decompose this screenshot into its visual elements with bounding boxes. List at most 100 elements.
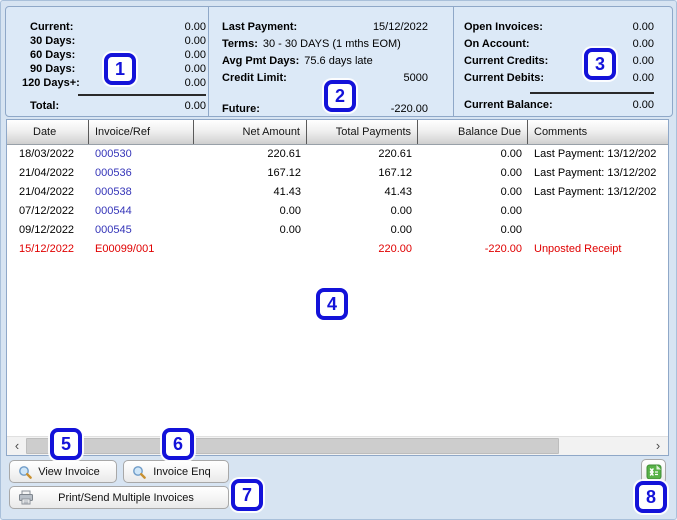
terms-value: 30 - 30 DAYS (1 mths EOM) [263,37,401,54]
cell-total-payments: 0.00 [307,202,418,221]
summary-value: 0.00 [633,37,654,54]
credit-limit-label: Credit Limit: [222,71,287,88]
cell-date: 07/12/2022 [7,202,89,221]
cell-date: 18/03/2022 [7,145,89,164]
summary-label: Open Invoices: [464,20,543,37]
panel-divider [208,7,209,116]
invoice-table-header: Date Invoice/Ref Net Amount Total Paymen… [7,120,668,145]
print-send-invoices-button[interactable]: Print/Send Multiple Invoices [9,486,229,509]
scroll-right-icon[interactable]: › [650,437,666,455]
annotation-badge-7: 7 [231,479,263,511]
current-balance-value: 0.00 [633,98,654,115]
summary-value: 0.00 [633,20,654,37]
aged-label: 120 Days+: [22,76,80,90]
magnifier-icon [132,465,146,479]
summary-label: Current Credits: [464,54,548,71]
aged-value: 0.00 [185,48,206,62]
cell-balance-due: -220.00 [418,240,528,259]
aged-label: 30 Days: [30,34,75,48]
cell-net-amount: 0.00 [194,202,307,221]
cell-total-payments: 0.00 [307,221,418,240]
cell-date: 09/12/2022 [7,221,89,240]
invoice-row[interactable]: 07/12/2022 000544 0.00 0.00 0.00 [7,202,668,221]
excel-export-icon [646,464,662,480]
column-header-invoice-ref[interactable]: Invoice/Ref [89,120,194,144]
annotation-badge-5: 5 [50,428,82,460]
aged-label: Current: [30,20,73,34]
cell-net-amount: 220.61 [194,145,307,164]
view-invoice-label: View Invoice [32,466,116,478]
current-balance-label: Current Balance: [464,98,553,115]
annotation-badge-8: 8 [635,481,667,513]
cell-comments: Last Payment: 13/12/202 [528,145,668,164]
terms-label: Terms: [222,37,258,54]
cell-comments: Last Payment: 13/12/202 [528,183,668,202]
summary-label: On Account: [464,37,530,54]
invoice-row[interactable]: 09/12/2022 000545 0.00 0.00 0.00 [7,221,668,240]
future-label: Future: [222,102,260,119]
cell-net-amount: 0.00 [194,221,307,240]
cell-balance-due: 0.00 [418,202,528,221]
invoice-row[interactable]: 21/04/2022 000538 41.43 41.43 0.00 Last … [7,183,668,202]
total-separator [78,94,206,96]
panel-divider [453,7,454,116]
cell-total-payments: 41.43 [307,183,418,202]
annotation-badge-1: 1 [104,53,136,85]
cell-net-amount: 167.12 [194,164,307,183]
column-header-balance-due[interactable]: Balance Due [418,120,528,144]
cell-invoice-ref: 000530 [89,145,194,164]
cell-date: 15/12/2022 [7,240,89,259]
cell-net-amount: 41.43 [194,183,307,202]
current-balances-section: Open Invoices: 0.00 On Account: 0.00 Curre… [464,20,654,115]
aged-label: 90 Days: [30,62,75,76]
last-payment-label: Last Payment: [222,20,297,37]
column-header-comments[interactable]: Comments [528,120,668,144]
cell-total-payments: 220.61 [307,145,418,164]
invoice-row-unposted[interactable]: 15/12/2022 E00099/001 220.00 -220.00 Unp… [7,240,668,259]
annotation-badge-2: 2 [324,80,356,112]
column-header-total-payments[interactable]: Total Payments [307,120,418,144]
print-send-invoices-label: Print/Send Multiple Invoices [34,492,228,504]
scroll-left-icon[interactable]: ‹ [9,437,25,455]
future-value: -220.00 [391,102,428,119]
printer-icon [18,490,34,505]
invoice-enq-label: Invoice Enq [146,466,228,478]
aged-value: 0.00 [185,76,206,90]
summary-value: 0.00 [633,54,654,71]
avg-pmt-days-label: Avg Pmt Days: [222,54,299,71]
avg-pmt-days-value: 75.6 days late [304,54,373,71]
credit-limit-value: 5000 [404,71,428,88]
aged-value: 0.00 [185,34,206,48]
cell-invoice-ref: 000544 [89,202,194,221]
cell-date: 21/04/2022 [7,164,89,183]
cell-net-amount [194,240,307,259]
aged-value: 0.00 [185,20,206,34]
cell-date: 21/04/2022 [7,183,89,202]
annotation-badge-3: 3 [584,48,616,80]
cell-total-payments: 167.12 [307,164,418,183]
cell-invoice-ref: 000545 [89,221,194,240]
magnifier-icon [18,465,32,479]
invoice-enq-button[interactable]: Invoice Enq [123,460,229,483]
cell-comments: Unposted Receipt [528,240,668,259]
column-header-date[interactable]: Date [7,120,89,144]
summary-value: 0.00 [633,71,654,88]
aged-label: 60 Days: [30,48,75,62]
cell-invoice-ref: E00099/001 [89,240,194,259]
invoice-row[interactable]: 21/04/2022 000536 167.12 167.12 0.00 Las… [7,164,668,183]
cell-comments [528,221,668,240]
summary-label: Current Debits: [464,71,544,88]
cell-balance-due: 0.00 [418,145,528,164]
cell-balance-due: 0.00 [418,164,528,183]
aged-total-value: 0.00 [185,99,206,113]
column-header-net-amount[interactable]: Net Amount [194,120,307,144]
cell-comments [528,202,668,221]
scrollbar-thumb[interactable] [26,438,559,454]
invoice-row[interactable]: 18/03/2022 000530 220.61 220.61 0.00 Las… [7,145,668,164]
balance-separator [530,92,654,94]
cell-total-payments: 220.00 [307,240,418,259]
cell-invoice-ref: 000538 [89,183,194,202]
view-invoice-button[interactable]: View Invoice [9,460,117,483]
horizontal-scrollbar[interactable]: ‹ › [7,436,668,455]
last-payment-value: 15/12/2022 [373,20,428,37]
